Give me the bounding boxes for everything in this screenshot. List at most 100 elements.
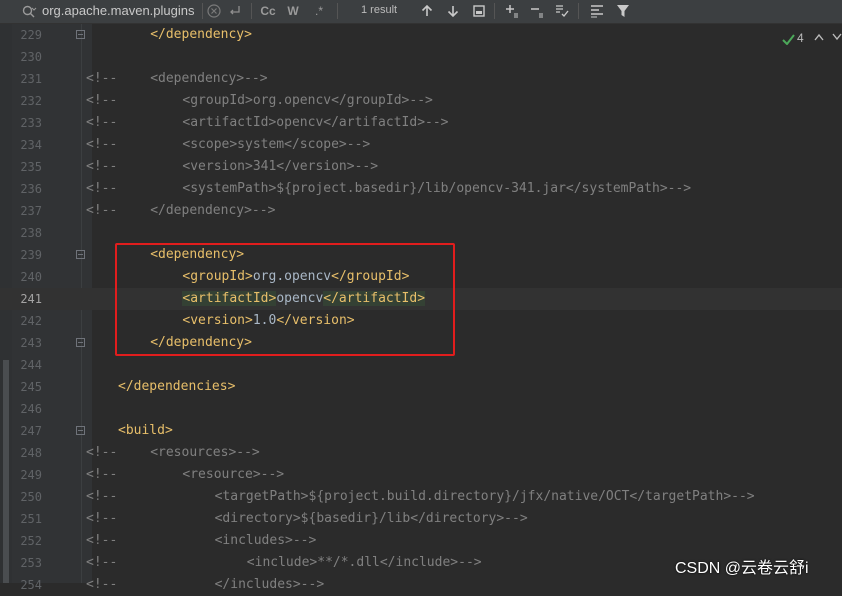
highlight-annotation-box — [115, 243, 455, 356]
code-line[interactable]: 237 <!-- </dependency>--> — [0, 200, 842, 222]
code-line[interactable]: 250 <!-- <targetPath>${project.build.direc… — [0, 486, 842, 508]
comment-prefix: <!-- — [86, 445, 118, 460]
comment-prefix: <!-- — [86, 137, 118, 152]
code-line[interactable]: 230 — [0, 46, 842, 68]
comment-text: <includes>--> — [214, 533, 317, 548]
filter-icon[interactable] — [615, 3, 631, 19]
comment-text: <systemPath>${project.basedir}/lib/openc… — [182, 181, 692, 196]
code-line[interactable]: 246 — [0, 398, 842, 420]
line-number[interactable]: 253 — [12, 552, 42, 574]
line-number[interactable]: 232 — [12, 90, 42, 112]
code-line[interactable]: 231 <!-- <dependency>--> — [0, 68, 842, 90]
comment-prefix: <!-- — [86, 71, 118, 86]
code-line[interactable]: 248 <!-- <resources>--> — [0, 442, 842, 464]
line-number[interactable]: 251 — [12, 508, 42, 530]
line-number[interactable]: 240 — [12, 266, 42, 288]
line-number[interactable]: 235 — [12, 156, 42, 178]
code-line[interactable]: 247 <build> — [0, 420, 842, 442]
line-number[interactable]: 241 — [12, 288, 42, 310]
select-all-check-icon[interactable] — [554, 3, 570, 19]
search-input[interactable]: org.apache.maven.plugins — [42, 3, 195, 18]
line-number[interactable]: 233 — [12, 112, 42, 134]
comment-prefix: <!-- — [86, 489, 118, 504]
search-icon[interactable] — [21, 4, 37, 20]
code-line[interactable]: 229 </dependency> — [0, 24, 842, 46]
code-line[interactable]: 251 <!-- <directory>${basedir}/lib</direct… — [0, 508, 842, 530]
line-number[interactable]: 245 — [12, 376, 42, 398]
separator — [337, 3, 338, 19]
line-number[interactable]: 254 — [12, 574, 42, 596]
fold-marker-icon[interactable] — [76, 338, 85, 347]
regex-toggle[interactable]: .* — [309, 2, 329, 20]
inspection-count[interactable]: 4 — [797, 31, 804, 45]
comment-text: </includes>--> — [214, 577, 325, 592]
result-count: 1 result — [361, 4, 398, 16]
line-number[interactable]: 252 — [12, 530, 42, 552]
comment-prefix: <!-- — [86, 93, 118, 108]
chevron-up-icon[interactable] — [814, 33, 824, 41]
line-number[interactable]: 238 — [12, 222, 42, 244]
arrow-down-icon[interactable] — [445, 3, 461, 19]
code-line[interactable]: 234 <!-- <scope>system</scope>--> — [0, 134, 842, 156]
line-number[interactable]: 248 — [12, 442, 42, 464]
comment-text: <groupId>org.opencv</groupId>--> — [182, 93, 433, 108]
line-number[interactable]: 237 — [12, 200, 42, 222]
line-number[interactable]: 246 — [12, 398, 42, 420]
code-line[interactable]: 245 </dependencies> — [0, 376, 842, 398]
comment-prefix: <!-- — [86, 181, 118, 196]
code-line[interactable]: 232 <!-- <groupId>org.opencv</groupId>--> — [0, 90, 842, 112]
fold-marker-icon[interactable] — [76, 426, 85, 435]
watermark: CSDN @云卷云舒i — [675, 560, 809, 577]
comment-text: <directory>${basedir}/lib</directory>--> — [214, 511, 528, 526]
in-selection-icon[interactable] — [589, 3, 605, 19]
code-editor[interactable]: 229 </dependency> 230 231 <!-- <dependency>--… — [0, 24, 842, 592]
search-bar: org.apache.maven.plugins Cc W .* 1 resul… — [0, 0, 842, 24]
arrow-up-icon[interactable] — [419, 3, 435, 19]
code-line[interactable]: 252 <!-- <includes>--> — [0, 530, 842, 552]
clear-search-icon[interactable] — [206, 3, 222, 19]
line-number[interactable]: 244 — [12, 354, 42, 376]
code-line[interactable]: 238 — [0, 222, 842, 244]
code-line[interactable]: 244 — [0, 354, 842, 376]
code-line[interactable]: 233 <!-- <artifactId>opencv</artifactId>--… — [0, 112, 842, 134]
comment-text: <include>**/*.dll</include>--> — [246, 555, 482, 570]
remove-occurrence-icon[interactable] — [529, 3, 545, 19]
comment-prefix: <!-- — [86, 511, 118, 526]
comment-text: <targetPath>${project.build.directory}/j… — [214, 489, 755, 504]
fold-marker-icon[interactable] — [76, 250, 85, 259]
checkmark-icon[interactable] — [782, 34, 795, 45]
comment-text: <resource>--> — [182, 467, 285, 482]
line-number[interactable]: 231 — [12, 68, 42, 90]
xml-tag: </dependencies> — [118, 379, 236, 394]
comment-prefix: <!-- — [86, 467, 118, 482]
line-number[interactable]: 239 — [12, 244, 42, 266]
line-number[interactable]: 247 — [12, 420, 42, 442]
line-number[interactable]: 242 — [12, 310, 42, 332]
line-number[interactable]: 229 — [12, 24, 42, 46]
whole-word-toggle[interactable]: W — [283, 2, 303, 20]
separator — [251, 3, 252, 19]
separator — [494, 3, 495, 19]
line-number[interactable]: 236 — [12, 178, 42, 200]
comment-text: </dependency>--> — [150, 203, 276, 218]
chevron-down-icon[interactable] — [832, 33, 842, 41]
code-line[interactable]: 236 <!-- <systemPath>${project.basedir}/li… — [0, 178, 842, 200]
comment-prefix: <!-- — [86, 577, 118, 592]
code-line[interactable]: 235 <!-- <version>341</version>--> — [0, 156, 842, 178]
fold-marker-icon[interactable] — [76, 30, 85, 39]
comment-text: <dependency>--> — [150, 71, 268, 86]
line-number[interactable]: 243 — [12, 332, 42, 354]
comment-text: <version>341</version>--> — [182, 159, 379, 174]
comment-text: <artifactId>opencv</artifactId>--> — [182, 115, 449, 130]
line-number[interactable]: 230 — [12, 46, 42, 68]
select-all-occurrences-icon[interactable] — [471, 3, 487, 19]
code-line[interactable]: 249 <!-- <resource>--> — [0, 464, 842, 486]
new-line-icon[interactable] — [227, 3, 243, 19]
comment-prefix: <!-- — [86, 555, 118, 570]
line-number[interactable]: 234 — [12, 134, 42, 156]
add-occurrence-icon[interactable] — [504, 3, 520, 19]
line-number[interactable]: 249 — [12, 464, 42, 486]
line-number[interactable]: 250 — [12, 486, 42, 508]
match-case-toggle[interactable]: Cc — [258, 2, 278, 20]
separator — [578, 3, 579, 19]
